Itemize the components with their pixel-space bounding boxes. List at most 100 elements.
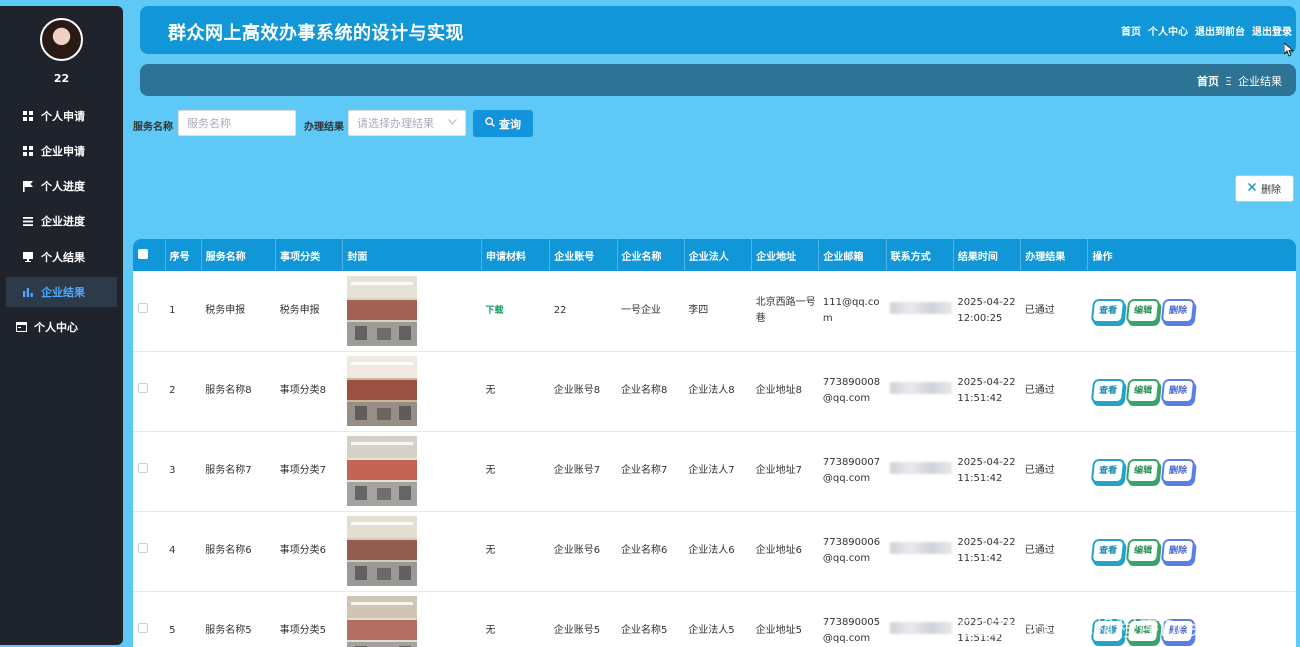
view-button[interactable]: 查看: [1090, 539, 1126, 563]
result-select[interactable]: 请选择办理结果: [348, 110, 466, 136]
column-header: 企业账号: [549, 239, 618, 271]
row-checkbox[interactable]: [138, 623, 148, 633]
account-cell: 22: [553, 304, 567, 316]
service-name-label: 服务名称: [133, 122, 173, 133]
row-select-cell: [133, 271, 165, 351]
table-row: 3 服务名称7 事项分类7 无 企业账号7 企业名称7 企业法人7 企业地址7 …: [133, 431, 1296, 511]
sidebar-item-personal-progress[interactable]: 个人进度: [6, 171, 117, 201]
sidebar-item-profile[interactable]: 个人中心: [6, 312, 117, 342]
phone-cell: [886, 591, 953, 647]
column-header: 办理结果: [1020, 239, 1089, 271]
sidebar-item-label: 企业进度: [41, 215, 85, 228]
header-link-logout[interactable]: 退出登录: [1252, 23, 1292, 38]
row-select-cell: [133, 591, 165, 647]
watermark: CSDN @计算机程序Dran(接毕设): [958, 617, 1297, 642]
email-cell: 773890005@qq.com: [822, 617, 881, 644]
legal-person-cell: 企业法人5: [688, 625, 735, 636]
table-row: 2 服务名称8 事项分类8 无 企业账号8 企业名称8 企业法人8 企业地址8 …: [133, 351, 1296, 431]
edit-button[interactable]: 编辑: [1125, 459, 1161, 483]
column-header: 企业邮箱: [818, 239, 887, 271]
batch-delete-label: 删除: [1261, 185, 1281, 196]
row-select-cell: [133, 431, 165, 511]
result-table: 序号 服务名称 事项分类 封面 申请材料 企业账号 企业名称 企业法人 企业地址…: [133, 239, 1296, 647]
actions-cell: 查看 编辑 删除: [1088, 511, 1296, 591]
material-value: 无: [485, 465, 496, 476]
column-header: 操作: [1092, 251, 1113, 263]
row-select-cell: [133, 511, 165, 591]
select-all-checkbox[interactable]: [138, 248, 148, 259]
sidebar-item-personal-result[interactable]: 个人结果: [6, 242, 117, 272]
select-all-cell: [133, 239, 166, 271]
edit-button[interactable]: 编辑: [1125, 298, 1161, 323]
result-label: 办理结果: [304, 122, 344, 133]
header-link-frontend[interactable]: 退出到前台: [1195, 23, 1245, 38]
service-name-cell: 税务申报: [205, 304, 246, 316]
row-checkbox[interactable]: [138, 543, 148, 553]
table-header-row: 序号 服务名称 事项分类 封面 申请材料 企业账号 企业名称 企业法人 企业地址…: [133, 239, 1296, 271]
category-cell: 税务申报: [279, 304, 320, 316]
header-link-home[interactable]: 首页: [1121, 23, 1141, 38]
breadcrumb-home[interactable]: 首页: [1197, 73, 1219, 89]
result-select-placeholder: 请选择办理结果: [357, 117, 434, 130]
delete-button[interactable]: 删除: [1160, 298, 1196, 323]
column-header: 封面: [342, 239, 482, 271]
edit-button[interactable]: 编辑: [1125, 379, 1161, 403]
view-button[interactable]: 查看: [1090, 298, 1126, 323]
close-icon: [1247, 182, 1257, 194]
bar-chart-icon: [22, 286, 34, 298]
breadcrumb-current: 企业结果: [1238, 75, 1282, 88]
mouse-cursor-icon: [1284, 43, 1294, 57]
breadcrumb-separator: Ξ: [1225, 74, 1232, 88]
username: 22: [53, 72, 70, 85]
company-cell: 企业名称8: [621, 385, 668, 396]
cover-cell: [343, 591, 482, 647]
delete-button[interactable]: 删除: [1160, 459, 1196, 483]
material-cell: 无: [481, 511, 549, 591]
email-cell: 773890008@qq.com: [822, 377, 881, 404]
cover-cell: [343, 351, 482, 431]
sidebar-item-company-result[interactable]: 企业结果: [6, 277, 117, 307]
sidebar-item-personal-apply[interactable]: 个人申请: [6, 101, 117, 131]
service-name-input[interactable]: [178, 110, 296, 136]
sidebar-item-label: 企业申请: [41, 145, 85, 158]
avatar[interactable]: [40, 18, 83, 61]
sidebar-item-label: 个人进度: [41, 180, 85, 193]
batch-delete-button[interactable]: 删除: [1235, 175, 1294, 202]
account-cell: 企业账号5: [553, 625, 601, 636]
result-cell: 已通过: [1024, 304, 1055, 316]
header-link-profile[interactable]: 个人中心: [1148, 23, 1188, 38]
sidebar-item-company-progress[interactable]: 企业进度: [6, 206, 117, 236]
column-header: 企业名称: [617, 239, 685, 271]
account-cell: 企业账号6: [553, 545, 601, 556]
query-button[interactable]: 查询: [473, 110, 533, 137]
row-checkbox[interactable]: [138, 302, 148, 313]
download-link[interactable]: 下载: [485, 306, 503, 316]
phone-cell: [886, 431, 953, 511]
table-row: 4 服务名称6 事项分类6 无 企业账号6 企业名称6 企业法人6 企业地址6 …: [133, 511, 1296, 591]
cover-image: [346, 596, 417, 647]
service-name-cell: 服务名称7: [205, 465, 252, 476]
actions-cell: 查看 编辑 删除: [1088, 351, 1296, 431]
table-row: 1 税务申报 税务申报 下载 22 一号企业 李四 北京西路一号巷 111@qq…: [133, 271, 1296, 351]
material-cell: 无: [481, 431, 549, 511]
row-checkbox[interactable]: [138, 463, 148, 473]
view-button[interactable]: 查看: [1090, 459, 1126, 483]
service-name-cell: 服务名称8: [205, 385, 252, 396]
legal-person-cell: 李四: [688, 304, 709, 316]
view-button[interactable]: 查看: [1090, 379, 1126, 403]
category-cell: 事项分类7: [279, 465, 326, 476]
service-name-cell: 服务名称6: [205, 545, 252, 556]
result-cell: 已通过: [1024, 545, 1055, 556]
delete-button[interactable]: 删除: [1160, 379, 1196, 403]
column-header: 申请材料: [481, 239, 551, 271]
list-icon: [22, 215, 34, 227]
row-checkbox[interactable]: [138, 383, 148, 393]
sidebar-item-label: 企业结果: [41, 286, 85, 299]
sidebar-item-company-apply[interactable]: 企业申请: [6, 136, 117, 166]
cover-cell: [343, 511, 482, 591]
cover-image: [346, 516, 417, 586]
row-select-cell: [133, 351, 165, 431]
edit-button[interactable]: 编辑: [1125, 539, 1161, 563]
grid-icon: [22, 110, 34, 122]
delete-button[interactable]: 删除: [1160, 539, 1196, 563]
